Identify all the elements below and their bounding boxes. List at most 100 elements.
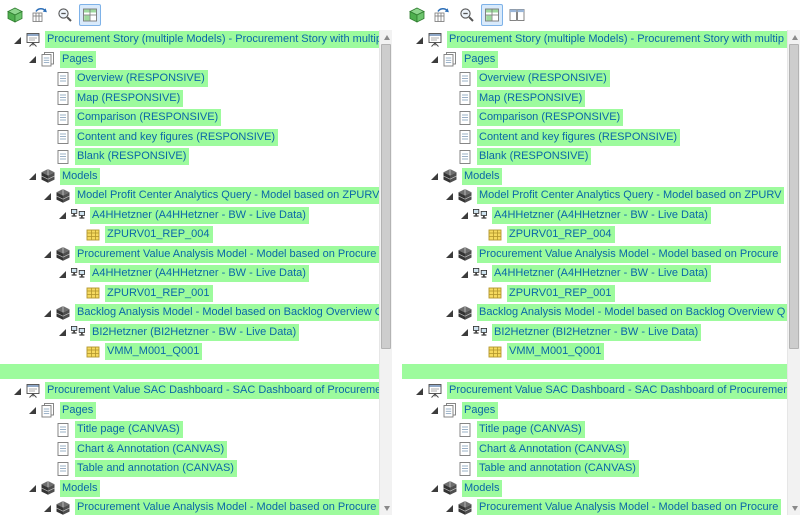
tree-row[interactable]: Procurement Story (multiple Models) - Pr… <box>402 30 787 50</box>
tree-row[interactable]: VMM_M001_Q001 <box>0 342 379 362</box>
expand-toggle-icon[interactable] <box>12 385 24 397</box>
tree-row[interactable]: Content and key figures (RESPONSIVE) <box>402 128 787 148</box>
model-cube-icon[interactable] <box>406 4 428 26</box>
tree-row[interactable]: ZPURV01_REP_001 <box>0 284 379 304</box>
right-vertical-scrollbar[interactable] <box>787 30 800 515</box>
expand-toggle-icon[interactable] <box>459 209 471 221</box>
tree-row[interactable]: A4HHetzner (A4HHetzner - BW - Live Data) <box>402 264 787 284</box>
tree-row[interactable]: Models <box>0 167 379 187</box>
import-arrow-icon[interactable] <box>431 4 453 26</box>
expand-toggle-icon[interactable] <box>444 502 456 514</box>
expand-toggle-icon[interactable] <box>27 53 39 65</box>
expand-toggle-icon[interactable] <box>429 53 441 65</box>
tree-row[interactable]: Pages <box>402 50 787 70</box>
tree-row[interactable]: Backlog Analysis Model - Model based on … <box>0 303 379 323</box>
tree-row[interactable]: ZPURV01_REP_001 <box>402 284 787 304</box>
scroll-down-arrow-icon[interactable] <box>788 501 800 515</box>
scrollbar-thumb[interactable] <box>789 44 799 349</box>
tree-row[interactable]: Table and annotation (CANVAS) <box>402 459 787 479</box>
page-icon <box>457 110 473 126</box>
expand-toggle-icon[interactable] <box>414 385 426 397</box>
tree-row[interactable]: Title page (CANVAS) <box>402 420 787 440</box>
tree-row[interactable]: Backlog Analysis Model - Model based on … <box>402 303 787 323</box>
right-tree-area: Procurement Story (multiple Models) - Pr… <box>402 30 800 515</box>
expand-toggle-icon[interactable] <box>27 482 39 494</box>
scroll-up-arrow-icon[interactable] <box>788 30 800 44</box>
expand-toggle-icon[interactable] <box>27 170 39 182</box>
tree-item-label: A4HHetzner (A4HHetzner - BW - Live Data) <box>492 207 711 224</box>
scrollbar-thumb[interactable] <box>381 44 391 349</box>
tree-item-label: A4HHetzner (A4HHetzner - BW - Live Data) <box>90 265 309 282</box>
scroll-down-arrow-icon[interactable] <box>380 501 392 515</box>
tree-row[interactable]: Models <box>402 479 787 499</box>
tree-row[interactable]: Comparison (RESPONSIVE) <box>402 108 787 128</box>
tree-row[interactable]: Blank (RESPONSIVE) <box>0 147 379 167</box>
expand-toggle-icon[interactable] <box>414 34 426 46</box>
expand-toggle-icon[interactable] <box>444 307 456 319</box>
expand-toggle-icon[interactable] <box>27 404 39 416</box>
twisty-spacer <box>42 131 54 143</box>
page-icon <box>55 71 71 87</box>
model-cube-icon[interactable] <box>4 4 26 26</box>
expand-toggle-icon[interactable] <box>444 248 456 260</box>
expand-toggle-icon[interactable] <box>42 190 54 202</box>
tree-row[interactable]: Overview (RESPONSIVE) <box>402 69 787 89</box>
tree-row[interactable]: Procurement Value SAC Dashboard - SAC Da… <box>0 381 379 401</box>
tree-row[interactable]: Procurement Value SAC Dashboard - SAC Da… <box>402 381 787 401</box>
tree-row[interactable]: Title page (CANVAS) <box>0 420 379 440</box>
diff-table-icon[interactable] <box>481 4 503 26</box>
tree-row[interactable]: Chart & Annotation (CANVAS) <box>402 440 787 460</box>
expand-toggle-icon[interactable] <box>57 326 69 338</box>
expand-toggle-icon[interactable] <box>429 170 441 182</box>
tree-row[interactable]: Pages <box>0 50 379 70</box>
tree-row[interactable]: Model Profit Center Analytics Query - Mo… <box>0 186 379 206</box>
tree-row[interactable]: Map (RESPONSIVE) <box>0 89 379 109</box>
scroll-up-arrow-icon[interactable] <box>380 30 392 44</box>
tree-row[interactable]: BI2Hetzner (BI2Hetzner - BW - Live Data) <box>0 323 379 343</box>
tree-row[interactable]: Chart & Annotation (CANVAS) <box>0 440 379 460</box>
tree-row[interactable]: Blank (RESPONSIVE) <box>402 147 787 167</box>
expand-toggle-icon[interactable] <box>42 502 54 514</box>
tree-row[interactable]: A4HHetzner (A4HHetzner - BW - Live Data) <box>0 264 379 284</box>
tree-row[interactable]: ZPURV01_REP_004 <box>0 225 379 245</box>
expand-toggle-icon[interactable] <box>57 268 69 280</box>
expand-toggle-icon[interactable] <box>429 482 441 494</box>
tree-row[interactable]: A4HHetzner (A4HHetzner - BW - Live Data) <box>402 206 787 226</box>
tree-item-label: Pages <box>462 51 498 68</box>
tree-row[interactable]: A4HHetzner (A4HHetzner - BW - Live Data) <box>0 206 379 226</box>
expand-toggle-icon[interactable] <box>42 248 54 260</box>
tree-row[interactable]: Models <box>402 167 787 187</box>
expand-toggle-icon[interactable] <box>12 34 24 46</box>
tree-row[interactable]: Model Profit Center Analytics Query - Mo… <box>402 186 787 206</box>
tree-row[interactable]: BI2Hetzner (BI2Hetzner - BW - Live Data) <box>402 323 787 343</box>
zoom-out-icon[interactable] <box>456 4 478 26</box>
story-icon <box>427 32 443 48</box>
tree-row[interactable]: Procurement Value Analysis Model - Model… <box>0 245 379 265</box>
expand-toggle-icon[interactable] <box>57 209 69 221</box>
tree-row[interactable]: Procurement Value Analysis Model - Model… <box>402 245 787 265</box>
diff-table-icon[interactable] <box>79 4 101 26</box>
tree-row[interactable]: Pages <box>402 401 787 421</box>
tree-row[interactable]: Procurement Value Analysis Model - Model… <box>0 498 379 515</box>
tree-row[interactable]: VMM_M001_Q001 <box>402 342 787 362</box>
tree-row[interactable]: Comparison (RESPONSIVE) <box>0 108 379 128</box>
tile-view-icon[interactable] <box>506 4 528 26</box>
tree-row[interactable]: Content and key figures (RESPONSIVE) <box>0 128 379 148</box>
expand-toggle-icon[interactable] <box>42 307 54 319</box>
expand-toggle-icon[interactable] <box>459 326 471 338</box>
tree-item-label: Models <box>462 168 502 185</box>
expand-toggle-icon[interactable] <box>444 190 456 202</box>
left-vertical-scrollbar[interactable] <box>379 30 392 515</box>
tree-row[interactable]: Map (RESPONSIVE) <box>402 89 787 109</box>
tree-row[interactable]: ZPURV01_REP_004 <box>402 225 787 245</box>
tree-row[interactable]: Overview (RESPONSIVE) <box>0 69 379 89</box>
tree-row[interactable]: Table and annotation (CANVAS) <box>0 459 379 479</box>
tree-row[interactable]: Procurement Value Analysis Model - Model… <box>402 498 787 515</box>
expand-toggle-icon[interactable] <box>429 404 441 416</box>
tree-row[interactable]: Pages <box>0 401 379 421</box>
zoom-out-icon[interactable] <box>54 4 76 26</box>
import-arrow-icon[interactable] <box>29 4 51 26</box>
tree-row[interactable]: Procurement Story (multiple Models) - Pr… <box>0 30 379 50</box>
expand-toggle-icon[interactable] <box>459 268 471 280</box>
tree-row[interactable]: Models <box>0 479 379 499</box>
